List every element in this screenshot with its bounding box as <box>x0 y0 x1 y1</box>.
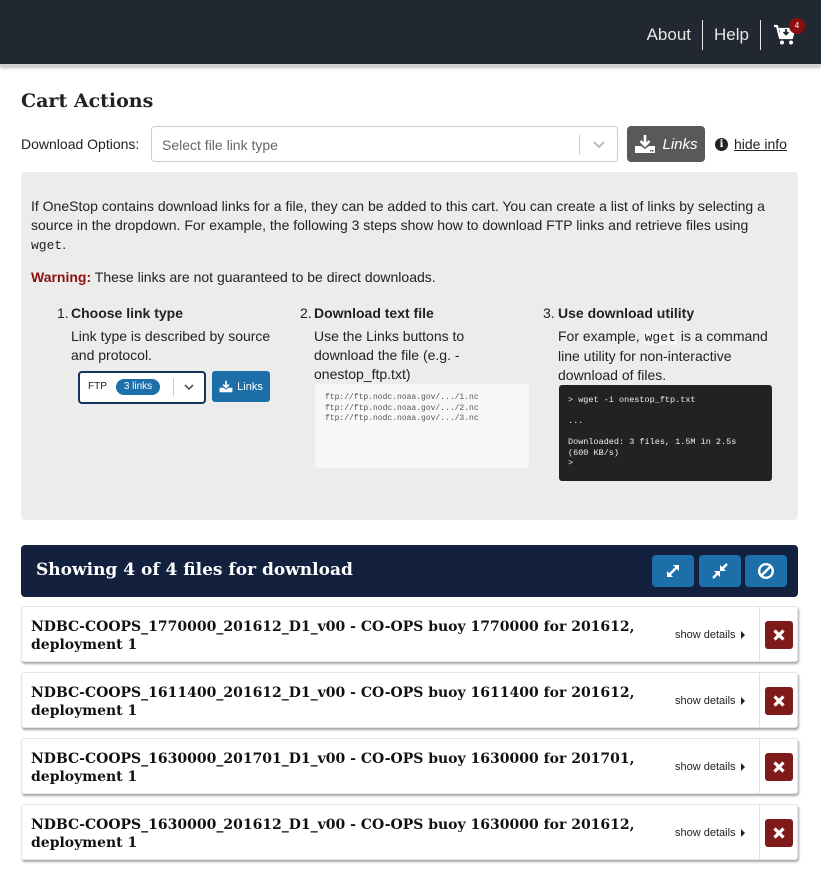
nav-help-link[interactable]: Help <box>703 20 760 50</box>
select-divider <box>579 135 580 155</box>
results-header: Showing 4 of 4 files for download <box>21 545 798 597</box>
results-count-heading: Showing 4 of 4 files for download <box>36 560 353 580</box>
terminal-line: > <box>568 458 574 468</box>
terminal-line: Downloaded: 3 files, 1.5M in 2.5s <box>568 437 737 447</box>
remove-file-button[interactable] <box>765 753 793 781</box>
ban-icon <box>757 562 775 580</box>
step-number: 1. <box>57 305 69 321</box>
warning-text: These links are not guaranteed to be dir… <box>91 269 436 285</box>
close-icon <box>773 695 785 707</box>
file-line: ftp://ftp.nodc.noaa.gov/.../1.nc <box>325 393 479 402</box>
step-number: 3. <box>543 305 555 321</box>
remove-cell <box>759 739 797 793</box>
expand-icon <box>667 565 679 577</box>
nav-about-link[interactable]: About <box>636 20 702 50</box>
caret-right-icon <box>740 697 745 705</box>
intro-end: . <box>62 236 67 252</box>
cart-file-item: NDBC-COOPS_1630000_201701_D1_v00 - CO-OP… <box>21 738 798 794</box>
caret-right-icon <box>740 829 745 837</box>
remove-cell <box>759 607 797 661</box>
show-details-label: show details <box>675 761 736 773</box>
download-links-button[interactable]: Links <box>627 126 705 162</box>
close-icon <box>773 827 785 839</box>
show-details-label: show details <box>675 695 736 707</box>
download-options-label: Download Options: <box>21 136 140 152</box>
show-details-label: show details <box>675 827 736 839</box>
caret-right-icon <box>740 631 745 639</box>
close-icon <box>773 629 785 641</box>
select-placeholder: Select file link type <box>162 137 278 153</box>
collapse-all-button[interactable] <box>699 555 741 587</box>
cart-file-item: NDBC-COOPS_1770000_201612_D1_v00 - CO-OP… <box>21 606 798 662</box>
step-description: For example, wget is a command line util… <box>558 327 773 385</box>
chevron-down-icon <box>184 384 194 391</box>
file-line: ftp://ftp.nodc.noaa.gov/.../3.nc <box>325 414 479 423</box>
file-title: NDBC-COOPS_1630000_201612_D1_v00 - CO-OP… <box>31 817 635 851</box>
intro-text: If OneStop contains download links for a… <box>31 198 765 233</box>
download-icon <box>635 135 656 153</box>
step-title: Use download utility <box>558 305 695 321</box>
warning-message: Warning: These links are not guaranteed … <box>31 269 436 285</box>
warning-label: Warning: <box>31 269 92 285</box>
show-details-toggle[interactable]: show details <box>675 761 745 773</box>
desc-code-wget: wget <box>643 330 677 345</box>
step-title: Download text file <box>314 305 434 321</box>
header-nav: About Help 4 <box>636 18 805 52</box>
terminal-line: ... <box>568 416 584 426</box>
cart-button[interactable]: 4 <box>761 18 805 46</box>
collapse-icon <box>712 563 728 579</box>
show-details-toggle[interactable]: show details <box>675 629 745 641</box>
step-description: Use the Links buttons to download the fi… <box>314 328 465 382</box>
expand-all-button[interactable] <box>652 555 694 587</box>
example-link-type-select: FTP 3 links <box>78 371 206 404</box>
example-select-divider <box>173 378 174 396</box>
show-details-toggle[interactable]: show details <box>675 827 745 839</box>
info-intro-text: If OneStop contains download links for a… <box>31 197 781 255</box>
file-title: NDBC-COOPS_1770000_201612_D1_v00 - CO-OP… <box>31 619 635 653</box>
file-line: ftp://ftp.nodc.noaa.gov/.../2.nc <box>325 403 479 413</box>
download-info-panel: If OneStop contains download links for a… <box>21 172 798 520</box>
remove-file-button[interactable] <box>765 687 793 715</box>
terminal-line: > wget -i onestop_ftp.txt <box>568 395 696 405</box>
example-links-count-pill: 3 links <box>116 379 160 395</box>
example-ftp-label: FTP <box>88 381 107 392</box>
example-links-label: Links <box>237 380 263 393</box>
cart-file-item: NDBC-COOPS_1611400_201612_D1_v00 - CO-OP… <box>21 672 798 728</box>
cart-count-badge: 4 <box>789 18 805 34</box>
clear-cart-button[interactable] <box>745 555 787 587</box>
remove-cell <box>759 673 797 727</box>
example-links-button: Links <box>212 371 270 402</box>
download-icon <box>219 380 233 393</box>
file-title: NDBC-COOPS_1611400_201612_D1_v00 - CO-OP… <box>31 685 635 719</box>
links-button-label: Links <box>662 135 698 153</box>
step-title: Choose link type <box>71 305 184 321</box>
file-title: NDBC-COOPS_1630000_201701_D1_v00 - CO-OP… <box>31 751 635 785</box>
caret-right-icon <box>740 763 745 771</box>
example-text-file-contents: ftp://ftp.nodc.noaa.gov/.../1.nc ftp://ft… <box>315 384 529 468</box>
step-number: 2. <box>300 305 312 321</box>
hide-info-toggle[interactable]: i hide info <box>715 136 787 152</box>
step-description: Link type is described by source and pro… <box>71 328 271 363</box>
close-icon <box>773 761 785 773</box>
remove-file-button[interactable] <box>765 621 793 649</box>
remove-file-button[interactable] <box>765 819 793 847</box>
file-link-type-select[interactable]: Select file link type <box>151 126 618 162</box>
info-icon: i <box>715 137 728 151</box>
hide-info-link[interactable]: hide info <box>734 136 787 152</box>
intro-code-wget: wget <box>31 238 63 253</box>
example-terminal-output: > wget -i onestop_ftp.txt ... Downloaded… <box>559 385 772 481</box>
show-details-toggle[interactable]: show details <box>675 695 745 707</box>
cart-actions-heading: Cart Actions <box>21 90 154 112</box>
cart-file-item: NDBC-COOPS_1630000_201612_D1_v00 - CO-OP… <box>21 804 798 860</box>
chevron-down-icon[interactable] <box>591 135 607 153</box>
desc-text: For example, <box>558 328 644 344</box>
remove-cell <box>759 805 797 859</box>
show-details-label: show details <box>675 629 736 641</box>
terminal-line: (600 KB/s) <box>568 447 620 458</box>
top-navigation-bar: About Help 4 <box>0 0 821 66</box>
